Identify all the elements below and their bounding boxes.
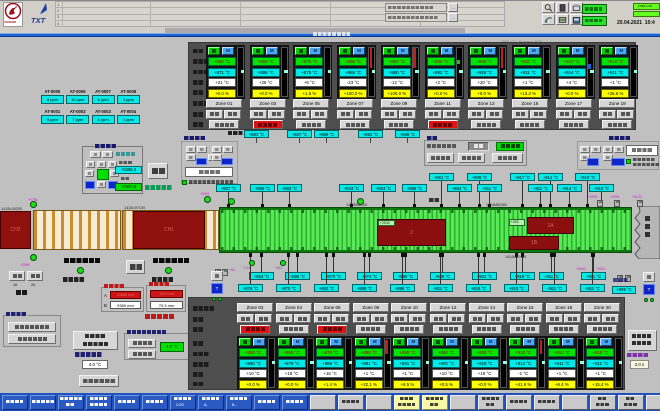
svg-text:TXT: TXT xyxy=(31,16,47,25)
